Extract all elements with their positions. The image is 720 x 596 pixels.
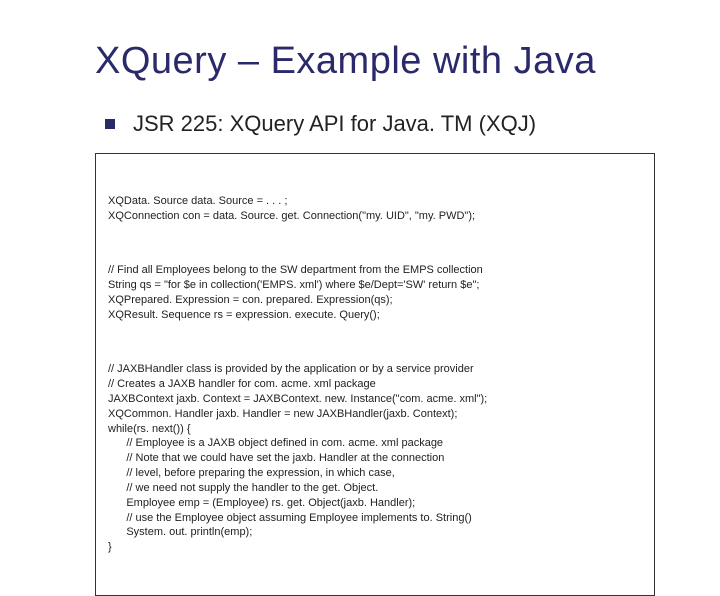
slide-subtitle: JSR 225: XQuery API for Java. TM (XQJ) [133, 111, 536, 137]
bullet-icon [105, 119, 115, 129]
subtitle-row: JSR 225: XQuery API for Java. TM (XQJ) [105, 111, 665, 137]
code-block-1: XQData. Source data. Source = . . . ; XQ… [108, 194, 642, 224]
slide-title: XQuery – Example with Java [95, 40, 665, 83]
code-block-3: // JAXBHandler class is provided by the … [108, 362, 642, 555]
code-box: XQData. Source data. Source = . . . ; XQ… [95, 153, 655, 596]
slide: XQuery – Example with Java JSR 225: XQue… [0, 0, 720, 540]
code-block-2: // Find all Employees belong to the SW d… [108, 263, 642, 322]
